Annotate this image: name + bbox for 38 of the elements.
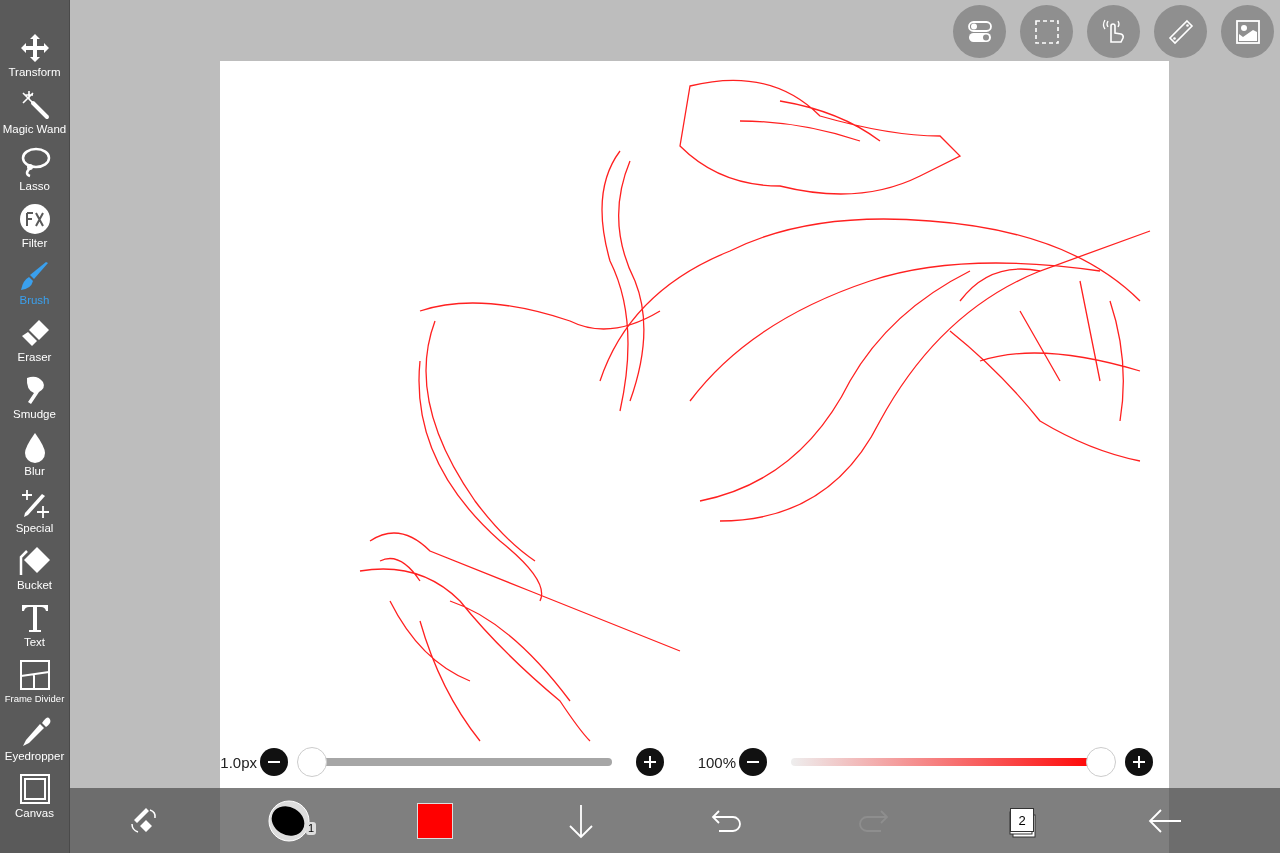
- tool-button[interactable]: Filter: [0, 203, 70, 260]
- image-icon: [1233, 17, 1262, 46]
- tool-button[interactable]: Eraser: [0, 317, 70, 374]
- undo-icon: [711, 807, 743, 834]
- tool-button[interactable]: Smudge: [0, 374, 70, 431]
- opacity-reading: 100%: [696, 753, 736, 771]
- plus-icon: [1132, 755, 1146, 769]
- tool-button[interactable]: Frame Divider: [0, 659, 70, 716]
- brush-tip-icon: [268, 799, 310, 842]
- brush-preset-button[interactable]: 1: [216, 788, 362, 853]
- ruler-button[interactable]: [1154, 5, 1207, 58]
- tool-button[interactable]: Special: [0, 488, 70, 545]
- brush-icon: [18, 260, 51, 292]
- selection-button[interactable]: [1020, 5, 1073, 58]
- ruler-icon: [1166, 17, 1195, 46]
- image-button[interactable]: [1221, 5, 1274, 58]
- down-arrow-icon: [566, 802, 596, 839]
- brush-number: 1: [306, 822, 317, 835]
- toggle-button[interactable]: [953, 5, 1006, 58]
- tool-button[interactable]: Blur: [0, 431, 70, 488]
- tool-button[interactable]: Canvas: [0, 773, 70, 830]
- tool-button[interactable]: Transform: [0, 32, 70, 89]
- bucket-icon: [18, 545, 51, 577]
- layer-count: 2: [1010, 808, 1034, 832]
- tool-button[interactable]: Eyedropper: [0, 716, 70, 773]
- gesture-button[interactable]: [1087, 5, 1140, 58]
- tool-button[interactable]: Lasso: [0, 146, 70, 203]
- plus-icon: [643, 755, 657, 769]
- canvas-icon: [18, 773, 51, 805]
- dashed-square-icon: [1032, 17, 1061, 46]
- tool-button[interactable]: Text: [0, 602, 70, 659]
- frame-icon: [18, 659, 51, 691]
- fx-icon: [18, 203, 51, 235]
- tool-button[interactable]: Bucket: [0, 545, 70, 602]
- left-arrow-icon: [1148, 807, 1182, 834]
- tool-button[interactable]: Magic Wand: [0, 89, 70, 146]
- layers-button[interactable]: 2: [946, 788, 1092, 853]
- brush-size-reading: 1.0px: [219, 753, 257, 771]
